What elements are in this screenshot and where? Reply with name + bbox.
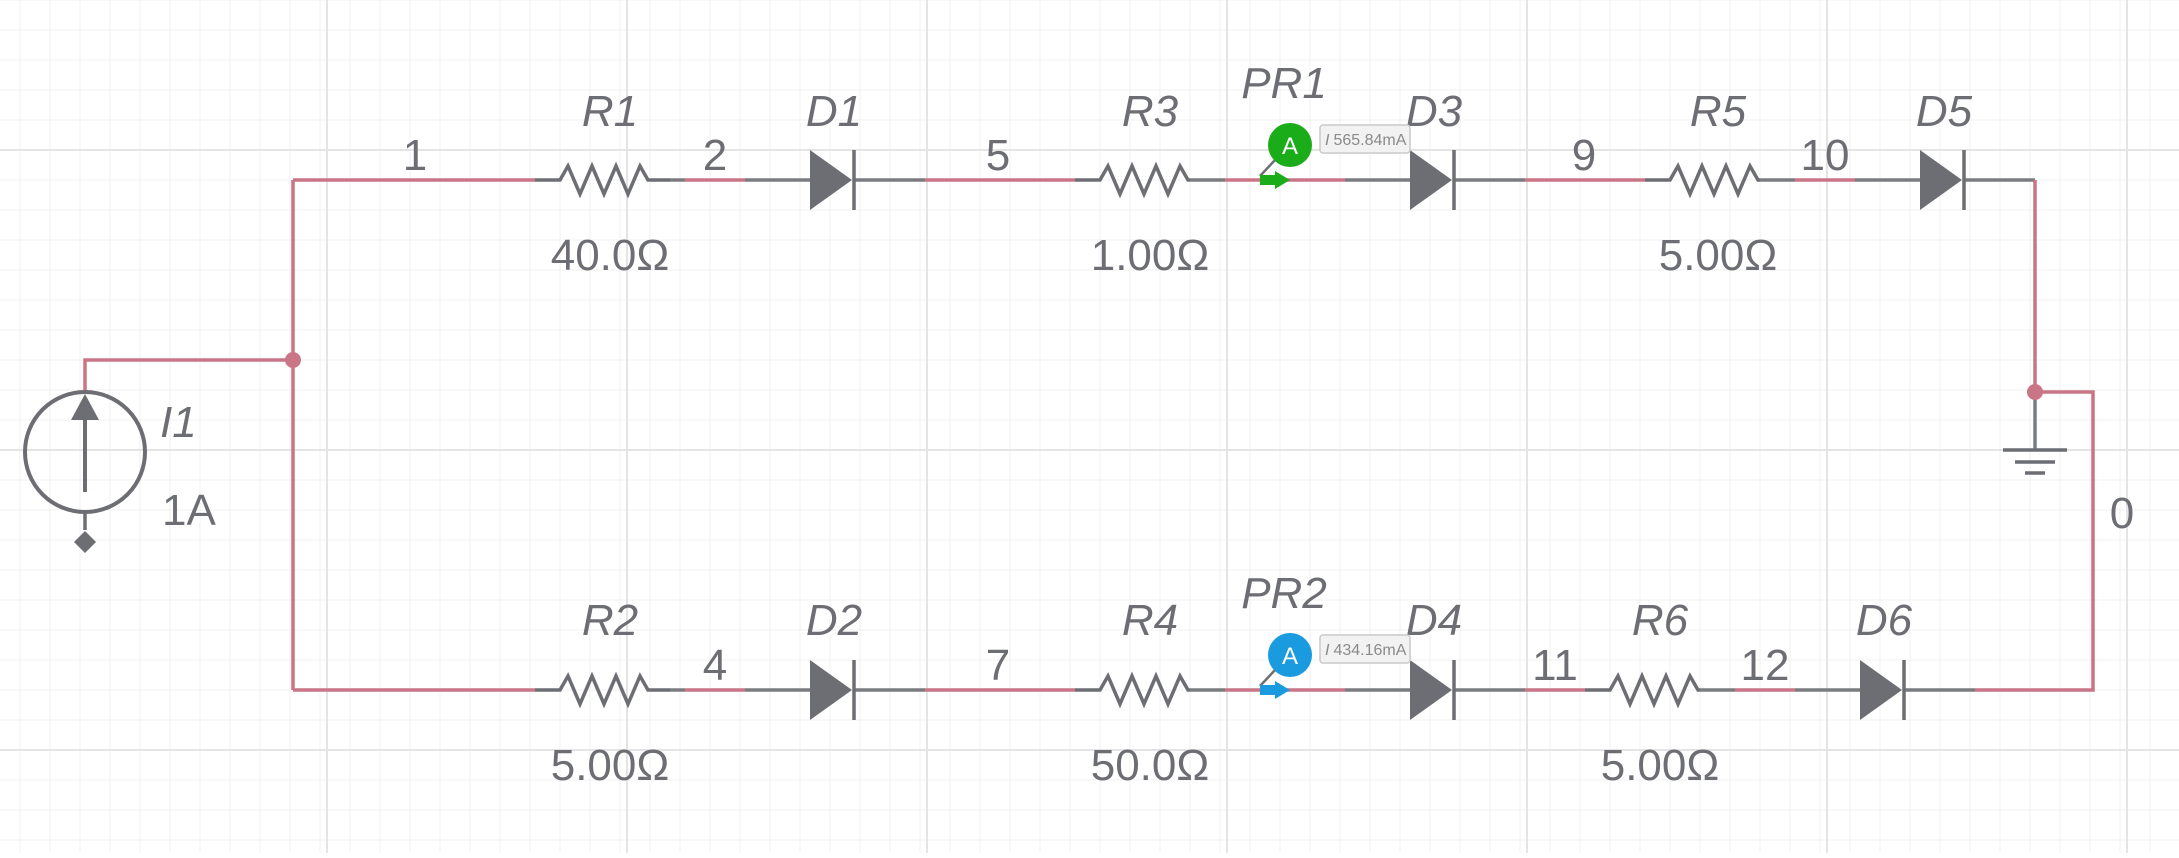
source-bottom-terminal [74,531,96,553]
diode-d1[interactable]: D1 [806,87,862,210]
resistor-r3-value: 1.00Ω [1091,231,1210,280]
resistor-r2-value: 5.00Ω [551,741,670,790]
resistor-r5[interactable]: R5 5.00Ω [1645,87,1777,280]
junction-dot-right [2027,384,2043,400]
resistor-r6-name: R6 [1632,596,1689,645]
diode-d1-icon [810,150,852,210]
source-arrow-head [71,394,99,420]
probe-pr2-name: PR2 [1241,569,1327,618]
source-value: 1A [162,486,216,535]
node-label-11: 11 [1532,641,1578,690]
diode-d2-name: D2 [806,596,862,645]
probe-pr1[interactable]: PR1 I 565.84mA A [1241,59,1411,189]
diode-d6-name: D6 [1856,596,1913,645]
schematic-svg[interactable]: I1 1A R1 40.0Ω R3 1.00Ω R5 5.00Ω R2 5.00… [0,0,2179,853]
junction-dot-left [285,352,301,368]
node-label-4: 4 [703,641,727,690]
resistor-r6[interactable]: R6 5.00Ω [1585,596,1719,790]
node-label-12: 12 [1741,641,1790,690]
node-label-0: 0 [2110,489,2134,538]
ground-icon[interactable] [2003,448,2067,475]
resistor-r4-value: 50.0Ω [1091,741,1210,790]
resistor-r1-value: 40.0Ω [551,231,670,280]
source-name: I1 [160,398,197,447]
resistor-r5-value: 5.00Ω [1659,231,1778,280]
resistor-r4[interactable]: R4 50.0Ω [1075,596,1209,790]
resistor-r3-name: R3 [1122,87,1179,136]
diode-d4[interactable]: D4 [1406,596,1462,720]
current-source-i1[interactable]: I1 1A [23,390,216,553]
probe-pr1-name: PR1 [1241,59,1327,108]
node-label-9: 9 [1572,131,1596,180]
wire-source-top[interactable] [83,358,293,392]
probe-pr1-arrow [1260,171,1290,189]
diode-d6-icon [1860,660,1902,720]
probe-pr2-reading-symbol: I [1325,642,1330,659]
diode-d2[interactable]: D2 [806,596,862,720]
resistor-r2-name: R2 [582,596,638,645]
probe-pr1-badge: A [1282,133,1298,160]
diode-d3[interactable]: D3 [1406,87,1463,210]
diode-d5[interactable]: D5 [1916,87,1973,210]
diode-d6[interactable]: D6 [1856,596,1913,720]
diode-d4-name: D4 [1406,596,1462,645]
diode-d5-name: D5 [1916,87,1973,136]
probe-pr2-lead [1259,669,1276,687]
probe-pr2-badge: A [1282,643,1298,670]
diode-d3-icon [1410,150,1452,210]
wires [83,178,2095,692]
node-label-1: 1 [403,131,427,180]
grid [0,0,2179,853]
schematic-canvas[interactable]: I1 1A R1 40.0Ω R3 1.00Ω R5 5.00Ω R2 5.00… [0,0,2179,853]
probe-pr1-reading-value: 565.84mA [1333,132,1406,149]
resistor-r3[interactable]: R3 1.00Ω [1075,87,1209,280]
probe-pr1-lead [1259,159,1276,177]
resistor-r6-value: 5.00Ω [1601,741,1720,790]
node-label-7: 7 [986,641,1010,690]
diode-d2-icon [810,660,852,720]
probe-pr1-reading-symbol: I [1325,132,1330,149]
node-label-2: 2 [703,131,727,180]
node-label-10: 10 [1801,131,1850,180]
diode-d1-name: D1 [806,87,862,136]
probe-pr2-reading-value: 434.16mA [1333,642,1406,659]
diode-d4-icon [1410,660,1452,720]
diode-d3-name: D3 [1406,87,1463,136]
probe-pr2[interactable]: PR2 I 434.16mA A [1241,569,1411,699]
resistor-r4-name: R4 [1122,596,1178,645]
resistor-r5-name: R5 [1690,87,1747,136]
resistor-r1-name: R1 [582,87,638,136]
diode-d5-icon [1920,150,1962,210]
node-label-5: 5 [986,131,1010,180]
probe-pr2-arrow [1260,681,1290,699]
